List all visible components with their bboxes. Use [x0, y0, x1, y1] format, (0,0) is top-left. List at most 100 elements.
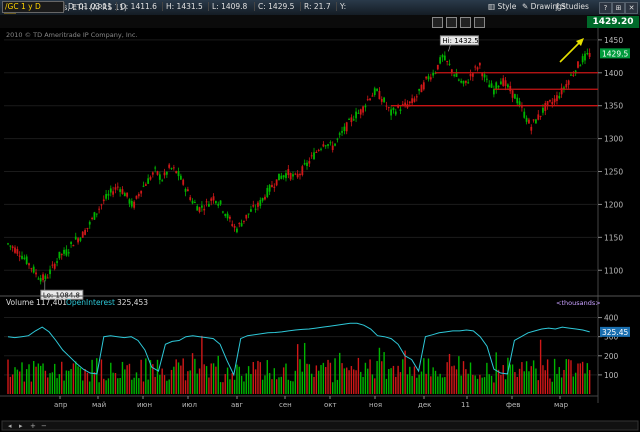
x-tick-label: апр [54, 401, 68, 409]
candle-body [317, 149, 320, 151]
candle-body [392, 107, 395, 111]
volume-label: Volume [6, 298, 34, 307]
volume-bar [467, 373, 469, 394]
close-button[interactable]: ✕ [625, 2, 638, 14]
volume-bar [460, 375, 462, 394]
volume-bar [117, 378, 119, 394]
candle-body [308, 161, 311, 164]
candle-body [588, 52, 591, 57]
volume-bar [497, 369, 500, 394]
candle-body [380, 98, 383, 102]
volume-bar [40, 365, 42, 394]
volume-bar [357, 357, 360, 394]
candle-body [37, 278, 40, 280]
volume-bar [437, 376, 439, 394]
quote-high: H: 1431.5 [162, 2, 206, 11]
chart-area[interactable]: 1100 1150 1200 1250 1300 1350 1400 1450 Hi: 143… [0, 28, 640, 432]
help-button[interactable]: ? [599, 2, 612, 14]
volume-bar [257, 360, 259, 394]
candle-body [415, 96, 418, 98]
candle-body [348, 118, 350, 120]
volume-bar [44, 370, 47, 394]
candle-body [7, 243, 9, 245]
price-candle [301, 164, 304, 177]
volume-bar [525, 361, 528, 394]
volume-bar [455, 369, 458, 394]
volume-bar [542, 365, 544, 394]
volume-bar [254, 369, 257, 394]
volume-bar [315, 365, 318, 394]
pin-button[interactable]: ⊞ [612, 2, 625, 14]
volume-bar [381, 361, 383, 394]
candle-body [35, 272, 37, 275]
volume-bar [416, 377, 418, 394]
candle-body [373, 88, 376, 95]
candle-body [394, 111, 397, 115]
candle-body [44, 275, 47, 280]
scroll-button[interactable]: − [41, 422, 47, 430]
candle-body [313, 152, 315, 160]
x-tick-label: фев [506, 401, 520, 409]
candle-body [336, 138, 339, 140]
scroll-button[interactable]: ◂ [8, 422, 12, 430]
candle-body [507, 84, 509, 88]
price-candle [577, 60, 579, 69]
x-tick-label: дек [418, 401, 431, 409]
settings-icon[interactable] [474, 17, 485, 28]
style-label: Style [497, 2, 517, 11]
volume-bar [453, 365, 455, 394]
candle-body [259, 200, 262, 206]
candle-body [301, 166, 304, 175]
candle-body [79, 238, 82, 241]
candle-body [67, 252, 70, 254]
volume-bar [114, 373, 117, 394]
candle-body [467, 82, 470, 84]
candle-body [514, 94, 516, 99]
candle-body [422, 82, 425, 90]
volume-bar [51, 372, 54, 394]
crosshair-icon[interactable] [432, 17, 443, 28]
volume-bar [49, 373, 51, 394]
candle-body [399, 109, 402, 111]
studies-button[interactable]: ƒ Studies [556, 1, 589, 12]
scroll-button[interactable]: ▸ [19, 422, 23, 430]
volume-bar [247, 366, 250, 394]
quote-open: O: 1411.6 [116, 2, 160, 11]
volume-bar [465, 369, 467, 394]
candle-body [273, 186, 276, 188]
candle-body [476, 67, 479, 70]
bottom-toolbar [1, 420, 639, 431]
grid-icon[interactable] [446, 17, 457, 28]
candle-body [42, 274, 44, 281]
volume-bar [308, 364, 311, 394]
symbol-selector[interactable]: /GC 1 y D [2, 1, 64, 13]
price-candle [514, 93, 516, 99]
candle-body [264, 196, 266, 200]
volume-bar [327, 359, 329, 394]
candle-body [441, 55, 444, 58]
candle-body [161, 180, 164, 182]
candle-body [53, 263, 56, 269]
volume-bar [210, 363, 212, 394]
volume-bar [556, 373, 558, 394]
volume-bar [570, 360, 572, 394]
candle-body [287, 169, 290, 176]
candle-body [56, 261, 58, 263]
volume-bar [166, 380, 168, 394]
scroll-button[interactable]: + [30, 422, 36, 430]
zoom-icon[interactable] [460, 17, 471, 28]
candle-body [488, 84, 491, 88]
candle-body [14, 247, 16, 253]
style-button[interactable]: ▥ Style [488, 1, 516, 12]
price-candle [81, 230, 84, 238]
volume-bar [516, 376, 518, 394]
candle-body [156, 171, 159, 175]
volume-bar [142, 381, 145, 394]
volume-bar [334, 358, 336, 394]
volume-bar [360, 371, 362, 394]
candle-body [413, 98, 416, 102]
candle-body [25, 256, 28, 264]
candle-body [215, 201, 217, 204]
candle-body [116, 186, 119, 188]
candle-body [9, 245, 12, 247]
